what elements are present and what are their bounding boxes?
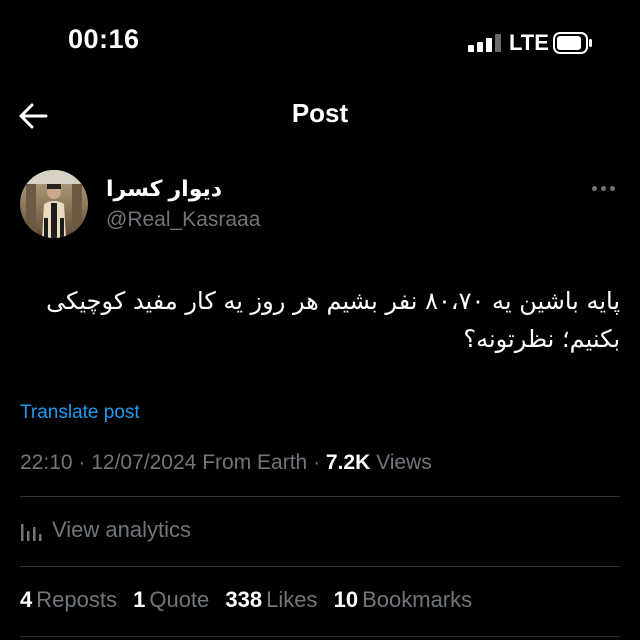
views-count: 7.2K <box>325 451 371 474</box>
post-text-line: پایه باشین یه ۸۰،۷۰ نفر بشیم هر روز یه ک… <box>46 287 620 315</box>
bookmarks-stat[interactable]: 10 Bookmarks <box>334 587 473 613</box>
analytics-icon <box>21 524 42 541</box>
post-text: پایه باشین یه ۸۰،۷۰ نفر بشیم هر روز یه ک… <box>20 282 620 358</box>
status-bar: 00:16 LTE <box>0 0 640 86</box>
views-label: Views <box>376 451 432 474</box>
quotes-label: Quote <box>149 587 210 612</box>
post-source: From Earth <box>202 451 308 474</box>
post-metadata: 22:10 · 12/07/2024 From Earth · 7.2K Vie… <box>20 451 432 475</box>
author-handle[interactable]: @Real_Kasraaa <box>106 208 260 232</box>
engagement-stats: 4 Reposts 1 Quote 338 Likes 10 Bookmarks <box>20 587 482 613</box>
post-detail: دیوار کسرا @Real_Kasraaa پایه باشین یه ۸… <box>0 150 640 640</box>
page-title: Post <box>291 98 349 128</box>
divider <box>20 636 620 637</box>
author-display-name[interactable]: دیوار کسرا <box>106 176 222 202</box>
separator-dot: · <box>78 451 92 474</box>
back-button[interactable] <box>16 98 52 134</box>
translate-post-link[interactable]: Translate post <box>20 402 140 424</box>
bookmarks-label: Bookmarks <box>362 587 473 612</box>
separator-dot: · <box>313 451 326 474</box>
battery-icon <box>553 32 592 54</box>
post-time: 22:10 <box>20 451 73 474</box>
post-date: 12/07/2024 <box>91 451 197 474</box>
divider <box>20 566 620 567</box>
likes-count: 338 <box>225 587 263 612</box>
likes-stat[interactable]: 338 Likes <box>225 587 317 613</box>
signal-strength-icon <box>468 34 502 52</box>
avatar-photo <box>20 170 88 238</box>
avatar[interactable] <box>20 170 88 238</box>
quotes-stat[interactable]: 1 Quote <box>133 587 209 613</box>
network-type: LTE <box>509 30 549 55</box>
view-analytics-label: View analytics <box>52 517 191 542</box>
status-time: 00:16 <box>68 24 140 54</box>
divider <box>20 496 620 497</box>
quotes-count: 1 <box>133 587 146 612</box>
likes-label: Likes <box>266 587 318 612</box>
arrow-left-icon <box>19 103 48 129</box>
reposts-label: Reposts <box>36 587 117 612</box>
app-screen: 00:16 LTE Post دیوار کسرا @Real_Kasraaa … <box>0 0 640 640</box>
top-nav-bar: Post <box>0 86 640 150</box>
reposts-count: 4 <box>20 587 33 612</box>
reposts-stat[interactable]: 4 Reposts <box>20 587 117 613</box>
more-options-button[interactable] <box>592 184 618 194</box>
post-text-line: بکنیم؛ نظرتونه؟ <box>463 325 620 353</box>
bookmarks-count: 10 <box>333 587 359 612</box>
